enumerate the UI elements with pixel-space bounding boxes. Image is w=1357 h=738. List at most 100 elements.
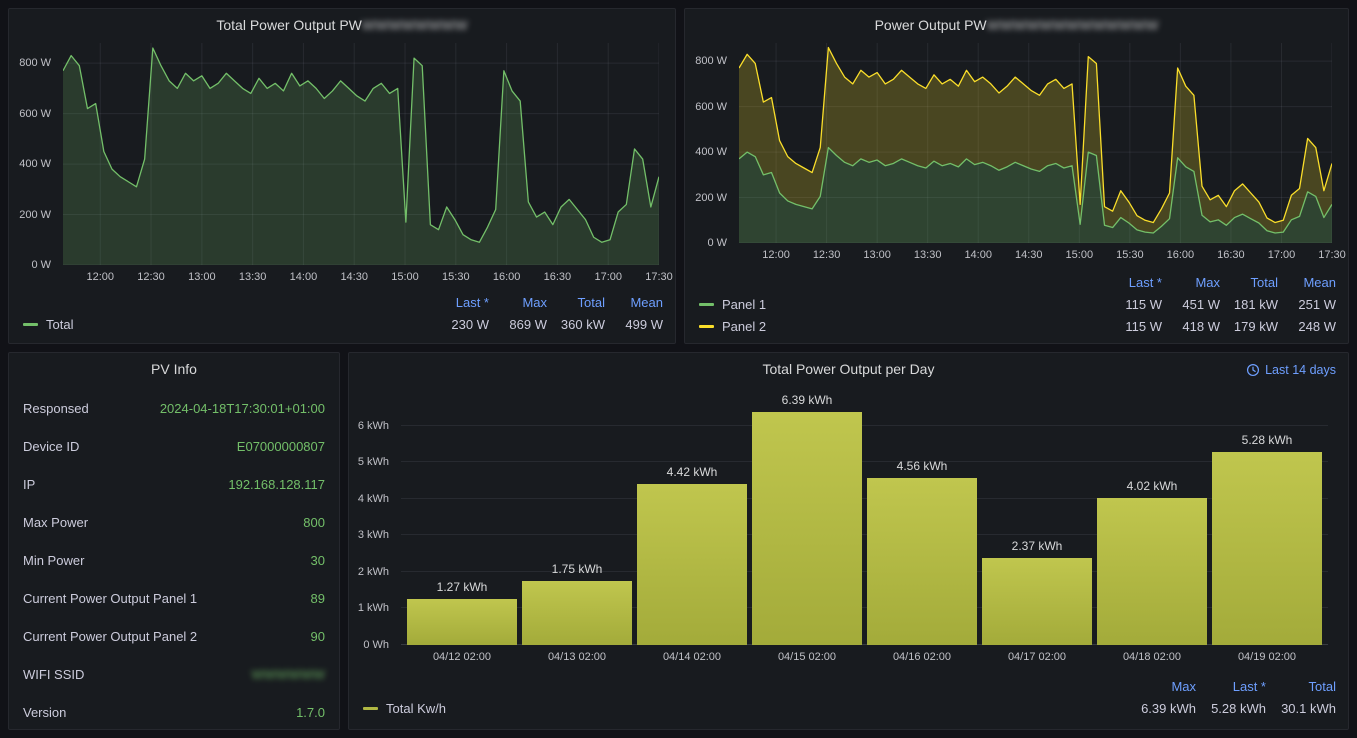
y-tick-label: 600 W bbox=[695, 101, 727, 113]
x-tick-label: 04/14 02:00 bbox=[636, 647, 748, 665]
legend-header-row: Last * Max Total Mean bbox=[23, 291, 663, 313]
pv-value-redacted: WWWWWW bbox=[251, 667, 325, 682]
x-tick-label: 12:30 bbox=[813, 249, 841, 261]
time-range-badge[interactable]: Last 14 days bbox=[1246, 363, 1336, 377]
bar[interactable] bbox=[982, 558, 1092, 645]
pv-info-table: Responsed 2024-04-18T17:30:01+01:00 Devi… bbox=[23, 389, 325, 730]
legend-header-row: Last * Max Total Mean bbox=[699, 271, 1336, 293]
bar-slot: 5.28 kWh bbox=[1211, 393, 1323, 645]
legend-stat-header-max[interactable]: Max bbox=[1126, 679, 1196, 694]
bar-slots: 1.27 kWh1.75 kWh4.42 kWh6.39 kWh 4.56 kWh… bbox=[401, 393, 1328, 645]
y-tick-label: 3 kWh bbox=[358, 529, 389, 541]
legend-item-panel-1[interactable]: Panel 1 bbox=[699, 297, 1104, 312]
bar-value-label: 1.27 kWh bbox=[406, 580, 518, 594]
pv-label: Max Power bbox=[23, 515, 88, 530]
y-tick-label: 800 W bbox=[695, 55, 727, 67]
panel-title-power-output[interactable]: Power Output PWWWWWWWWWWWWWW bbox=[685, 17, 1348, 33]
stat-value-total: 30.1 kWh bbox=[1266, 701, 1336, 716]
daily-legend: Max Last * Total Total Kw/h 6.39 kWh 5.2… bbox=[363, 675, 1336, 719]
pv-row-min-power: Min Power 30 bbox=[23, 541, 325, 579]
legend-stat-header-max[interactable]: Max bbox=[489, 295, 547, 310]
pv-row-version: Version 1.7.0 bbox=[23, 693, 325, 730]
stat-value-total: 181 kW bbox=[1220, 297, 1278, 312]
pv-row-current-power-panel-1: Current Power Output Panel 1 89 bbox=[23, 579, 325, 617]
x-tick-label: 04/18 02:00 bbox=[1096, 647, 1208, 665]
y-tick-label: 0 W bbox=[31, 259, 51, 271]
bar-value-label: 5.28 kWh bbox=[1211, 433, 1323, 447]
panel-title-text: Power Output PW bbox=[875, 17, 987, 33]
x-tick-label: 15:00 bbox=[1066, 249, 1094, 261]
bar[interactable] bbox=[752, 412, 862, 645]
pv-label: Current Power Output Panel 1 bbox=[23, 591, 197, 606]
bar-slot: 4.02 kWh bbox=[1096, 393, 1208, 645]
legend-stat-header-last[interactable]: Last * bbox=[1196, 679, 1266, 694]
bar-slot: 2.37 kWh bbox=[981, 393, 1093, 645]
bar-slot: 4.56 kWh bbox=[866, 393, 978, 645]
bar-slot: 4.42 kWh bbox=[636, 393, 748, 645]
pv-row-current-power-panel-2: Current Power Output Panel 2 90 bbox=[23, 617, 325, 655]
legend-stat-header-total[interactable]: Total bbox=[1220, 275, 1278, 290]
legend-item-total-kwh[interactable]: Total Kw/h bbox=[363, 701, 1126, 716]
pv-value: 89 bbox=[311, 591, 325, 606]
y-tick-label: 5 kWh bbox=[358, 456, 389, 468]
stat-value-total: 179 kW bbox=[1220, 319, 1278, 334]
x-tick-label: 12:00 bbox=[86, 271, 114, 283]
plot-area[interactable]: 1.27 kWh1.75 kWh4.42 kWh6.39 kWh 4.56 kWh… bbox=[401, 393, 1328, 645]
y-tick-label: 200 W bbox=[19, 209, 51, 221]
pv-label: Version bbox=[23, 705, 66, 720]
y-tick-label: 0 Wh bbox=[363, 639, 389, 651]
bar-value-label: 6.39 kWh bbox=[751, 393, 863, 407]
x-tick-label: 17:00 bbox=[594, 271, 622, 283]
plot-area[interactable] bbox=[63, 43, 659, 265]
series-area-total bbox=[63, 48, 659, 265]
bar-value-label: 2.37 kWh bbox=[981, 539, 1093, 553]
legend-stat-header-total[interactable]: Total bbox=[547, 295, 605, 310]
daily-bar-chart[interactable]: 0 Wh1 kWh2 kWh3 kWh4 kWh5 kWh6 kWh1.27 k… bbox=[357, 393, 1336, 665]
legend-row-panel-2: Panel 2 115 W 418 W 179 kW 248 W bbox=[699, 315, 1336, 337]
x-tick-label: 04/16 02:00 bbox=[866, 647, 978, 665]
pv-label: WIFI SSID bbox=[23, 667, 84, 682]
legend-item-label: Total bbox=[46, 317, 73, 332]
stat-value-last: 115 W bbox=[1104, 297, 1162, 312]
bar[interactable] bbox=[522, 581, 632, 645]
panel-title-daily[interactable]: Total Power Output per Day bbox=[349, 361, 1348, 377]
stat-value-mean: 251 W bbox=[1278, 297, 1336, 312]
panel-pv-info: PV Info Responsed 2024-04-18T17:30:01+01… bbox=[8, 352, 340, 730]
y-tick-label: 400 W bbox=[695, 146, 727, 158]
legend-item-total[interactable]: Total bbox=[23, 317, 431, 332]
panel-title-pv-info[interactable]: PV Info bbox=[9, 361, 339, 377]
bar[interactable] bbox=[1097, 498, 1207, 645]
bar[interactable] bbox=[867, 478, 977, 645]
stat-value-max: 869 W bbox=[489, 317, 547, 332]
bar[interactable] bbox=[407, 599, 517, 645]
bar[interactable] bbox=[1212, 452, 1322, 645]
x-tick-label: 15:30 bbox=[1116, 249, 1144, 261]
legend-item-label: Panel 1 bbox=[722, 297, 766, 312]
panel-daily-power-output: Total Power Output per Day Last 14 days … bbox=[348, 352, 1349, 730]
x-axis-labels: 12:0012:3013:0013:3014:0014:3015:0015:30… bbox=[739, 245, 1332, 263]
bar[interactable] bbox=[637, 484, 747, 645]
legend-item-panel-2[interactable]: Panel 2 bbox=[699, 319, 1104, 334]
legend-stat-header-mean[interactable]: Mean bbox=[1278, 275, 1336, 290]
legend-stat-header-last[interactable]: Last * bbox=[1104, 275, 1162, 290]
bar-value-label: 4.56 kWh bbox=[866, 459, 978, 473]
panel-power-timeseries[interactable]: 0 W200 W400 W600 W800 W12:0012:3013:0013… bbox=[693, 43, 1338, 263]
legend-stat-header-last[interactable]: Last * bbox=[431, 295, 489, 310]
total-power-timeseries[interactable]: 0 W200 W400 W600 W800 W12:0012:3013:0013… bbox=[17, 43, 665, 285]
legend-stat-header-mean[interactable]: Mean bbox=[605, 295, 663, 310]
stat-value-total: 360 kW bbox=[547, 317, 605, 332]
plot-area[interactable] bbox=[739, 43, 1332, 243]
x-tick-label: 16:30 bbox=[1217, 249, 1245, 261]
bar-value-label: 4.02 kWh bbox=[1096, 479, 1208, 493]
pv-label: IP bbox=[23, 477, 35, 492]
bar-value-label: 1.75 kWh bbox=[521, 562, 633, 576]
panel-power-output-panels: Power Output PWWWWWWWWWWWWWW 0 W200 W400… bbox=[684, 8, 1349, 344]
panel-total-power-output: Total Power Output PWWWWWWWWW 0 W200 W40… bbox=[8, 8, 676, 344]
legend-row-total-kwh: Total Kw/h 6.39 kWh 5.28 kWh 30.1 kWh bbox=[363, 697, 1336, 719]
x-tick-label: 17:00 bbox=[1268, 249, 1296, 261]
legend-stat-header-total[interactable]: Total bbox=[1266, 679, 1336, 694]
panel-title-total-power[interactable]: Total Power Output PWWWWWWWWW bbox=[9, 17, 675, 33]
legend-stat-header-max[interactable]: Max bbox=[1162, 275, 1220, 290]
legend-header-row: Max Last * Total bbox=[363, 675, 1336, 697]
panel-title-text: Total Power Output PW bbox=[216, 17, 362, 33]
